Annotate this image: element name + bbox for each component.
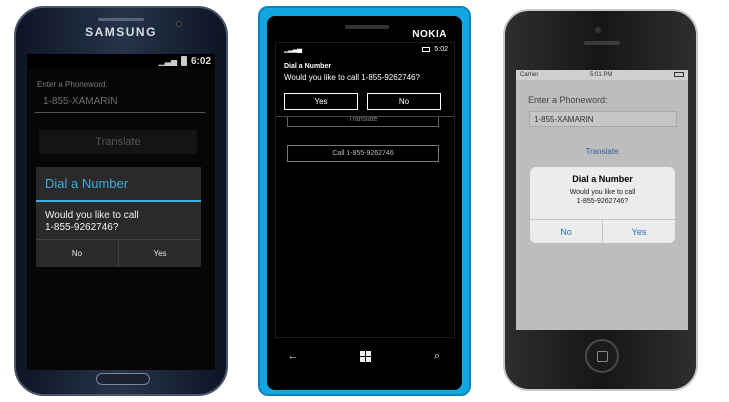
nokia-phone: NOKIA ▁▂▃▄ 5:02 Dial a Number Would you … — [258, 6, 471, 396]
speaker-grille — [98, 18, 144, 21]
home-button[interactable] — [96, 373, 150, 385]
phoneword-label: Enter a Phoneword: — [37, 80, 108, 89]
dialog-buttons: No Yes — [36, 239, 201, 267]
phoneword-label: Enter a Phoneword: — [528, 95, 608, 105]
no-button[interactable]: No — [530, 220, 602, 243]
translate-button[interactable]: Translate — [287, 117, 439, 127]
alert-message-line: 1-855-9262746? — [576, 198, 629, 205]
translate-button[interactable]: Translate — [516, 147, 688, 156]
battery-icon — [422, 47, 430, 52]
nokia-logo: NOKIA — [412, 29, 447, 40]
front-camera — [595, 27, 601, 33]
wp-nav-bar: ← ⌕ — [275, 344, 455, 368]
dialog-title: Dial a Number — [284, 63, 332, 70]
no-button[interactable]: No — [367, 93, 441, 110]
battery-icon — [674, 72, 684, 77]
windows-phone-screen: ▁▂▃▄ 5:02 Dial a Number Would you like t… — [275, 42, 455, 338]
home-button[interactable] — [585, 339, 619, 373]
back-icon[interactable]: ← — [278, 344, 308, 368]
dial-dialog: Dial a Number Would you like to call 1-8… — [36, 167, 201, 267]
battery-icon — [180, 56, 187, 66]
dialog-title: Dial a Number — [36, 167, 201, 202]
status-time: 5:01 PM — [590, 72, 613, 78]
alert-buttons: No Yes — [530, 219, 675, 243]
dialog-message: Would you like to call 1-855-9262746? — [284, 73, 420, 82]
phoneword-input[interactable]: 1-855-XAMARIN — [35, 96, 205, 113]
dialog-message-line: Would you like to call — [45, 210, 139, 221]
phoneword-input[interactable]: 1-855-XAMARIN — [529, 111, 677, 127]
dial-alert: Dial a Number Would you like to call 1-8… — [530, 167, 675, 243]
wp-status-bar: ▁▂▃▄ 5:02 — [276, 43, 454, 57]
no-button[interactable]: No — [36, 240, 118, 267]
ios-screen: Carrier 5:01 PM Enter a Phoneword: 1-855… — [516, 70, 688, 330]
yes-button[interactable]: Yes — [284, 93, 358, 110]
speaker-grille — [345, 25, 389, 29]
dialog-message-line: 1-855-9262746? — [45, 222, 119, 233]
yes-button[interactable]: Yes — [602, 220, 675, 243]
translate-button[interactable]: Translate — [39, 130, 197, 154]
alert-title: Dial a Number — [572, 174, 633, 184]
android-screen: ▁▃▅ 6:02 Enter a Phoneword: 1-855-XAMARI… — [27, 54, 215, 370]
signal-icon: ▁▃▅ — [158, 56, 177, 66]
samsung-logo: SAMSUNG — [85, 25, 157, 39]
windows-logo — [359, 350, 371, 362]
alert-message: Would you like to call 1-855-9262746? — [530, 188, 675, 206]
ios-status-bar: Carrier 5:01 PM — [516, 70, 688, 80]
home-square-icon — [597, 351, 608, 362]
iphone: Carrier 5:01 PM Enter a Phoneword: 1-855… — [503, 9, 698, 391]
alert-message-line: Would you like to call — [569, 189, 636, 196]
dialog-message: Would you like to call 1-855-9262746? — [36, 202, 201, 239]
carrier-label: Carrier — [520, 72, 539, 78]
status-time: 6:02 — [190, 55, 211, 67]
status-time: 5:02 — [434, 46, 448, 53]
windows-start-icon[interactable] — [350, 344, 380, 368]
search-icon[interactable]: ⌕ — [422, 344, 452, 368]
android-status-bar: ▁▃▅ 6:02 — [27, 54, 215, 68]
yes-button[interactable]: Yes — [118, 240, 201, 267]
samsung-phone: SAMSUNG ▁▃▅ 6:02 Enter a Phoneword: 1-85… — [14, 6, 228, 396]
speaker-grille — [584, 41, 620, 45]
signal-icon: ▁▂▃▄ — [284, 46, 302, 53]
call-button[interactable]: Call 1-855-9262746 — [287, 145, 439, 162]
